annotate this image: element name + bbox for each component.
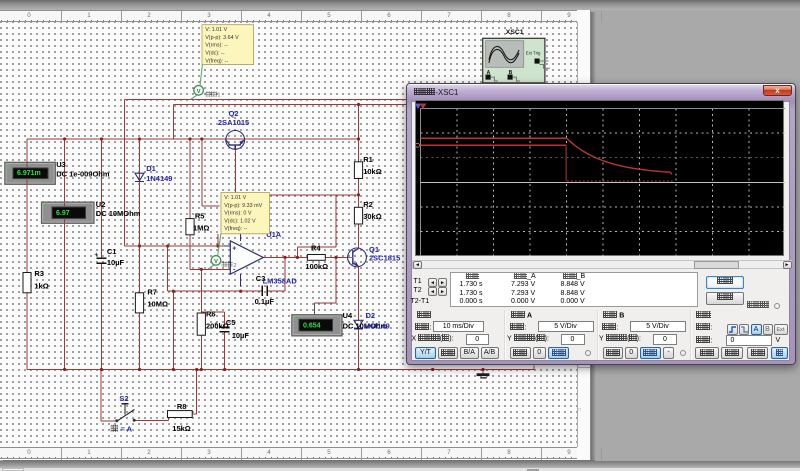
svg-text:C1: C1 <box>107 247 117 256</box>
svg-text:1N4149: 1N4149 <box>364 322 390 331</box>
svg-text:Ext Trig: Ext Trig <box>526 51 541 56</box>
svg-text:V(dc): --: V(dc): -- <box>205 51 225 57</box>
svg-text:6.971m: 6.971m <box>17 170 41 177</box>
svg-text:R5: R5 <box>195 211 205 220</box>
svg-text:XSC1: XSC1 <box>506 29 524 36</box>
svg-text:1N4149: 1N4149 <box>146 174 172 183</box>
svg-text:B: B <box>509 70 513 76</box>
svg-text:S2: S2 <box>119 394 128 403</box>
svg-text:1kΩ: 1kΩ <box>34 281 48 290</box>
svg-text:10MΩ: 10MΩ <box>147 299 168 308</box>
svg-text:2: 2 <box>233 263 236 269</box>
svg-text:1: 1 <box>217 93 220 99</box>
svg-text:10µF: 10µF <box>107 258 125 267</box>
svg-text:+: + <box>294 317 297 323</box>
svg-text:0.1µF: 0.1µF <box>255 297 275 306</box>
svg-text:U2: U2 <box>96 200 106 209</box>
svg-text:10kΩ: 10kΩ <box>363 167 382 176</box>
svg-text:R1: R1 <box>363 155 373 164</box>
svg-text:1MΩ: 1MΩ <box>193 223 209 232</box>
svg-text:LM358AD: LM358AD <box>263 276 298 285</box>
svg-text:U3: U3 <box>56 160 66 169</box>
svg-text:100kΩ: 100kΩ <box>305 262 328 271</box>
svg-text:R8: R8 <box>177 402 187 411</box>
svg-text:R3: R3 <box>34 269 44 278</box>
svg-text:2SA1015: 2SA1015 <box>218 118 249 127</box>
svg-text:+: + <box>43 204 46 210</box>
svg-text:V(p-p): 3.64 V: V(p-p): 3.64 V <box>205 35 239 41</box>
svg-text:+: + <box>232 245 236 252</box>
svg-text:+: + <box>7 164 10 170</box>
svg-text:D2: D2 <box>366 311 376 320</box>
svg-text:6.97: 6.97 <box>56 210 70 217</box>
svg-text:V: V <box>197 89 201 95</box>
svg-text:2SC1815: 2SC1815 <box>369 253 400 262</box>
svg-text:V: 1.01 V: V: 1.01 V <box>224 195 246 201</box>
svg-text:DC 1e-009Ohm: DC 1e-009Ohm <box>56 170 110 179</box>
svg-text:R4: R4 <box>311 243 321 252</box>
svg-text:V: V <box>214 259 218 265</box>
svg-text:= A: = A <box>121 424 133 433</box>
svg-text:R6: R6 <box>206 310 216 319</box>
svg-text:R7: R7 <box>147 287 157 296</box>
svg-text:DC 10MOhm: DC 10MOhm <box>96 209 141 218</box>
svg-text:+: + <box>95 253 99 259</box>
svg-text:C5: C5 <box>226 318 236 327</box>
svg-text:U4: U4 <box>343 311 353 320</box>
svg-text:R2: R2 <box>363 200 373 209</box>
svg-text:10µF: 10µF <box>232 331 250 340</box>
svg-text:Q2: Q2 <box>229 109 239 118</box>
svg-text:V(freq): --: V(freq): -- <box>224 226 247 232</box>
svg-text:30kΩ: 30kΩ <box>363 212 382 221</box>
svg-text:V(rms): --: V(rms): -- <box>205 43 228 49</box>
svg-text:15kΩ: 15kΩ <box>172 424 191 433</box>
svg-text:V: 1.01 V: V: 1.01 V <box>205 27 227 33</box>
svg-text:A: A <box>487 70 491 76</box>
svg-text:0.654: 0.654 <box>303 323 321 330</box>
svg-text:V(p-p): 9.33 mV: V(p-p): 9.33 mV <box>224 203 262 209</box>
svg-text:V(rms): 0 V: V(rms): 0 V <box>224 211 252 217</box>
svg-text:V(dc): 1.02 V: V(dc): 1.02 V <box>224 218 256 224</box>
svg-text:D1: D1 <box>146 164 156 173</box>
svg-text:V(freq): --: V(freq): -- <box>205 58 228 64</box>
